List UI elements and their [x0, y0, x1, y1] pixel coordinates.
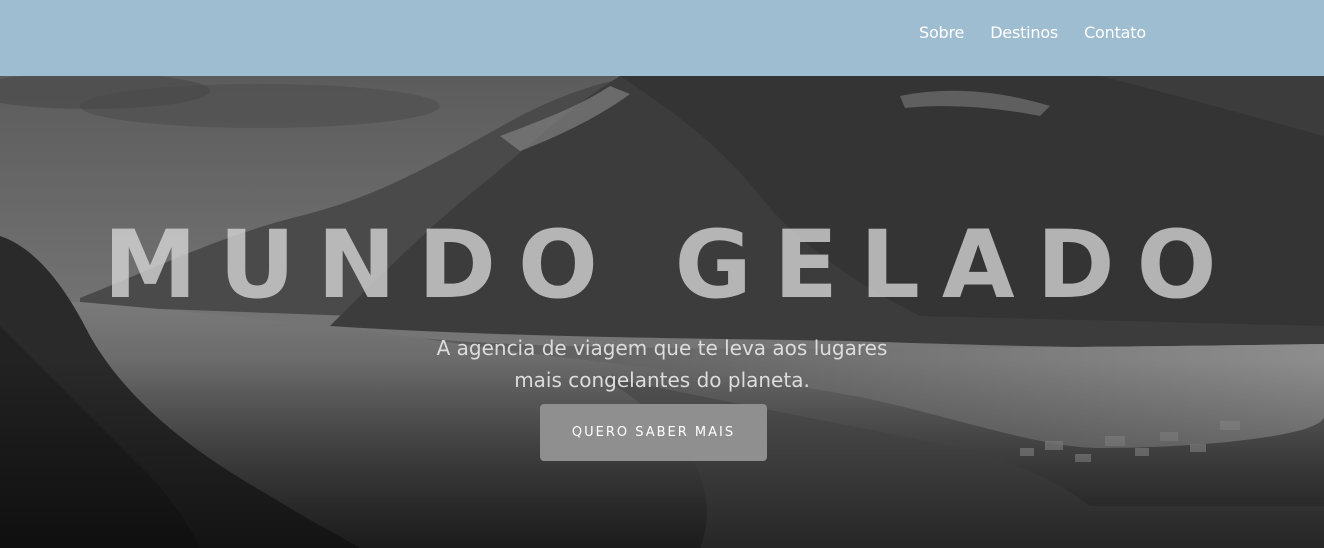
nav-link-contato[interactable]: Contato: [1084, 22, 1146, 44]
top-navbar: Sobre Destinos Contato: [0, 0, 1324, 76]
nav-link-sobre[interactable]: Sobre: [919, 22, 964, 44]
hero-subtitle-line-2: mais congelantes do planeta.: [514, 368, 810, 392]
nav-links: Sobre Destinos Contato: [919, 22, 1172, 44]
nav-link-destinos[interactable]: Destinos: [990, 22, 1058, 44]
cta-button[interactable]: QUERO SABER MAIS: [540, 404, 767, 461]
hero-subtitle: A agencia de viagem que te leva aos luga…: [0, 332, 1324, 396]
hero-title: MUNDO GELADO: [103, 210, 1239, 320]
hero-subtitle-line-1: A agencia de viagem que te leva aos luga…: [436, 336, 888, 360]
hero-section: MUNDO GELADO A agencia de viagem que te …: [0, 76, 1324, 548]
